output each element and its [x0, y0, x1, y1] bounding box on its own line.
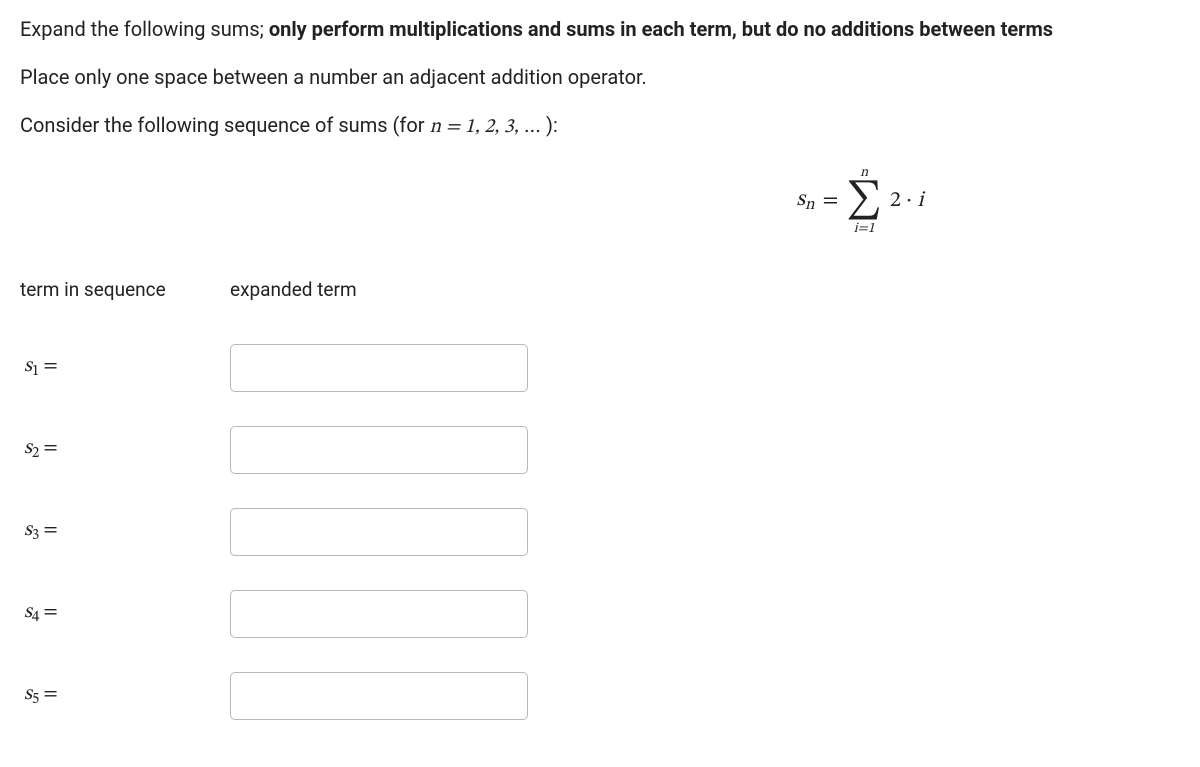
- table-header-row: term in sequence expanded term: [20, 276, 1180, 305]
- summation-formula: sn = n ∑ i=1 2 · i: [20, 166, 1180, 236]
- table-row: s2=: [20, 409, 1180, 491]
- term-label-s1: s1=: [20, 351, 230, 383]
- instruction-line-1-normal: Expand the following sums;: [20, 17, 269, 41]
- formula-lhs-sub: n: [805, 196, 815, 213]
- table-row: s4=: [20, 573, 1180, 655]
- instruction-line-1-bold: only perform multiplications and sums in…: [269, 17, 1053, 41]
- term-label-s2: s2=: [20, 433, 230, 465]
- instruction-line-1: Expand the following sums; only perform …: [20, 14, 1180, 44]
- sigma-icon: ∑: [846, 182, 882, 220]
- summand-var: i: [917, 190, 923, 212]
- formula-lhs-var: s: [796, 189, 805, 211]
- formula-equals: =: [823, 185, 839, 218]
- answer-input-s4[interactable]: [230, 590, 528, 638]
- answer-input-s3[interactable]: [230, 508, 528, 556]
- table-row: s1=: [20, 327, 1180, 409]
- sigma-upper-bound: n: [860, 166, 868, 180]
- summand-coef: 2: [890, 190, 901, 212]
- formula-summand: 2 · i: [890, 185, 924, 218]
- term-label-s3: s3=: [20, 515, 230, 547]
- sigma-block: n ∑ i=1: [846, 166, 882, 236]
- header-term-in-sequence: term in sequence: [20, 276, 230, 305]
- header-expanded-term: expanded term: [230, 276, 357, 305]
- sigma-lower-bound: i=1: [854, 222, 875, 236]
- summand-dot: ·: [901, 190, 918, 212]
- term-label-s4: s4=: [20, 597, 230, 629]
- instruction-line-3-suffix: ):: [541, 113, 558, 137]
- answer-input-s1[interactable]: [230, 344, 528, 392]
- answer-input-s5[interactable]: [230, 672, 528, 720]
- instruction-line-3-prefix: Consider the following sequence of sums …: [20, 113, 429, 137]
- answer-input-s2[interactable]: [230, 426, 528, 474]
- table-row: s3=: [20, 491, 1180, 573]
- instruction-line-2: Place only one space between a number an…: [20, 62, 1180, 92]
- term-label-s5: s5=: [20, 679, 230, 711]
- instruction-line-3: Consider the following sequence of sums …: [20, 110, 1180, 142]
- answer-table: term in sequence expanded term s1= s2= s…: [20, 276, 1180, 737]
- formula-lhs: sn: [796, 184, 814, 218]
- table-row: s5=: [20, 655, 1180, 737]
- instruction-line-3-math: n = 1, 2, 3, …: [429, 117, 541, 137]
